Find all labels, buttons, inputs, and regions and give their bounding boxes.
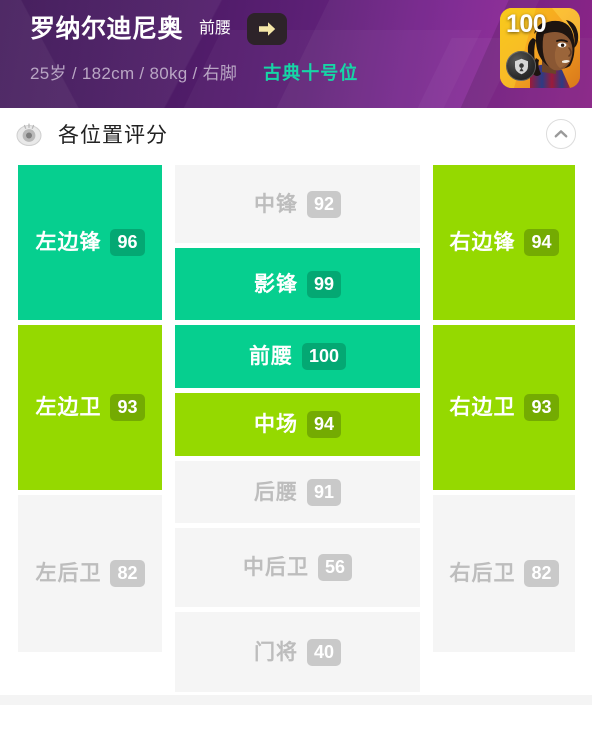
position-cell-cb[interactable]: 中后卫 56 (175, 528, 420, 607)
position-cell-lw[interactable]: 左边锋 96 (18, 165, 162, 320)
position-label: 中后卫 (242, 556, 309, 579)
chevron-up-icon (554, 130, 568, 138)
position-score: 91 (306, 478, 342, 506)
position-lm: 左边卫 93 (35, 394, 145, 421)
position-rb: 右后卫 82 (449, 560, 559, 587)
position-score: 40 (306, 638, 342, 666)
position-cdm: 后腰 91 (253, 478, 342, 506)
card-badge (506, 51, 536, 81)
position-score: 82 (110, 560, 145, 587)
card-rating: 100 (506, 10, 547, 38)
bottom-divider (0, 695, 592, 705)
position-cell-lb[interactable]: 左后卫 82 (18, 495, 162, 652)
position-label: 后腰 (253, 480, 298, 504)
position-score: 94 (306, 411, 342, 438)
position-score: 92 (306, 190, 342, 218)
position-score: 100 (301, 343, 347, 370)
position-cell-cf[interactable]: 影锋 99 (175, 248, 420, 320)
player-current-position: 前腰 (199, 20, 232, 37)
arrow-right-icon (259, 22, 276, 36)
player-physical-meta: 25岁 / 182cm / 80kg / 右脚 (30, 64, 238, 83)
position-score: 94 (524, 229, 559, 256)
position-label: 右边卫 (449, 396, 516, 419)
position-label: 左后卫 (35, 562, 102, 585)
player-header: 罗纳尔迪尼奥 前腰 25岁 / 182cm / 80kg / 右脚 古典十号位 (0, 0, 592, 108)
section-title: 各位置评分 (58, 124, 168, 147)
shield-icon (514, 58, 528, 74)
position-score: 93 (524, 394, 559, 421)
position-score: 93 (110, 394, 145, 421)
position-lw: 左边锋 96 (35, 229, 145, 256)
position-cell-cam[interactable]: 前腰 100 (175, 325, 420, 388)
position-label: 前腰 (248, 345, 293, 368)
position-label: 左边锋 (35, 231, 102, 254)
position-label: 影锋 (253, 272, 298, 296)
player-play-style: 古典十号位 (263, 63, 359, 83)
position-rw: 右边锋 94 (449, 229, 559, 256)
position-score: 96 (110, 229, 145, 256)
position-score: 99 (306, 270, 342, 298)
position-cell-st[interactable]: 中锋 92 (175, 165, 420, 243)
position-cell-rm[interactable]: 右边卫 93 (433, 325, 575, 490)
position-label: 中锋 (253, 192, 298, 216)
player-card[interactable]: 100 (500, 8, 580, 88)
collapse-section-button[interactable] (546, 119, 576, 149)
position-label: 左边卫 (35, 396, 102, 419)
position-rm: 右边卫 93 (449, 394, 559, 421)
position-score: 82 (524, 560, 559, 587)
position-label: 门将 (253, 640, 298, 664)
position-cam: 前腰 100 (248, 343, 347, 370)
position-cell-gk[interactable]: 门将 40 (175, 612, 420, 692)
position-gk: 门将 40 (253, 638, 342, 666)
section-header: 各位置评分 (0, 108, 592, 160)
position-cb: 中后卫 56 (242, 554, 353, 581)
position-cm: 中场 94 (253, 411, 342, 438)
position-cell-cdm[interactable]: 后腰 91 (175, 461, 420, 523)
position-cell-rb[interactable]: 右后卫 82 (433, 495, 575, 652)
position-label: 右后卫 (449, 562, 516, 585)
position-st: 中锋 92 (253, 190, 342, 218)
position-label: 中场 (253, 413, 298, 436)
player-name: 罗纳尔迪尼奥 (30, 14, 184, 43)
position-cell-rw[interactable]: 右边锋 94 (433, 165, 575, 320)
position-label: 右边锋 (449, 231, 516, 254)
position-rating-grid: 左边锋 96 左边卫 93 左后卫 82 中锋 92 影锋 99 前腰 100 (0, 160, 592, 705)
position-score: 56 (317, 554, 353, 581)
position-cell-lm[interactable]: 左边卫 93 (18, 325, 162, 490)
position-cf: 影锋 99 (253, 270, 342, 298)
whistle-icon (14, 119, 44, 149)
position-cell-cm[interactable]: 中场 94 (175, 393, 420, 456)
position-next-button[interactable] (247, 13, 288, 45)
position-lb: 左后卫 82 (35, 560, 145, 587)
